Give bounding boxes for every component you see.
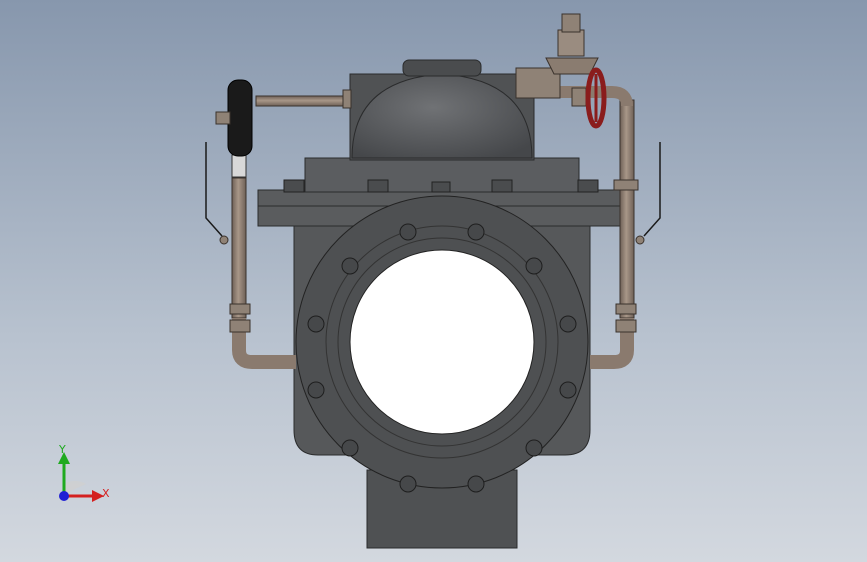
y-axis-label: Y	[58, 443, 66, 456]
x-axis-label: X	[102, 487, 110, 500]
view-orientation-triad[interactable]: Y X	[50, 440, 120, 510]
flange-bore	[349, 249, 535, 435]
bonnet-cap	[402, 59, 482, 77]
pressure-gauge-icon	[227, 79, 253, 157]
cad-viewport[interactable]: Y X	[0, 0, 867, 562]
z-axis-dot	[59, 491, 69, 501]
handwheel-icon	[585, 67, 607, 129]
valve-model-view[interactable]	[0, 0, 867, 562]
